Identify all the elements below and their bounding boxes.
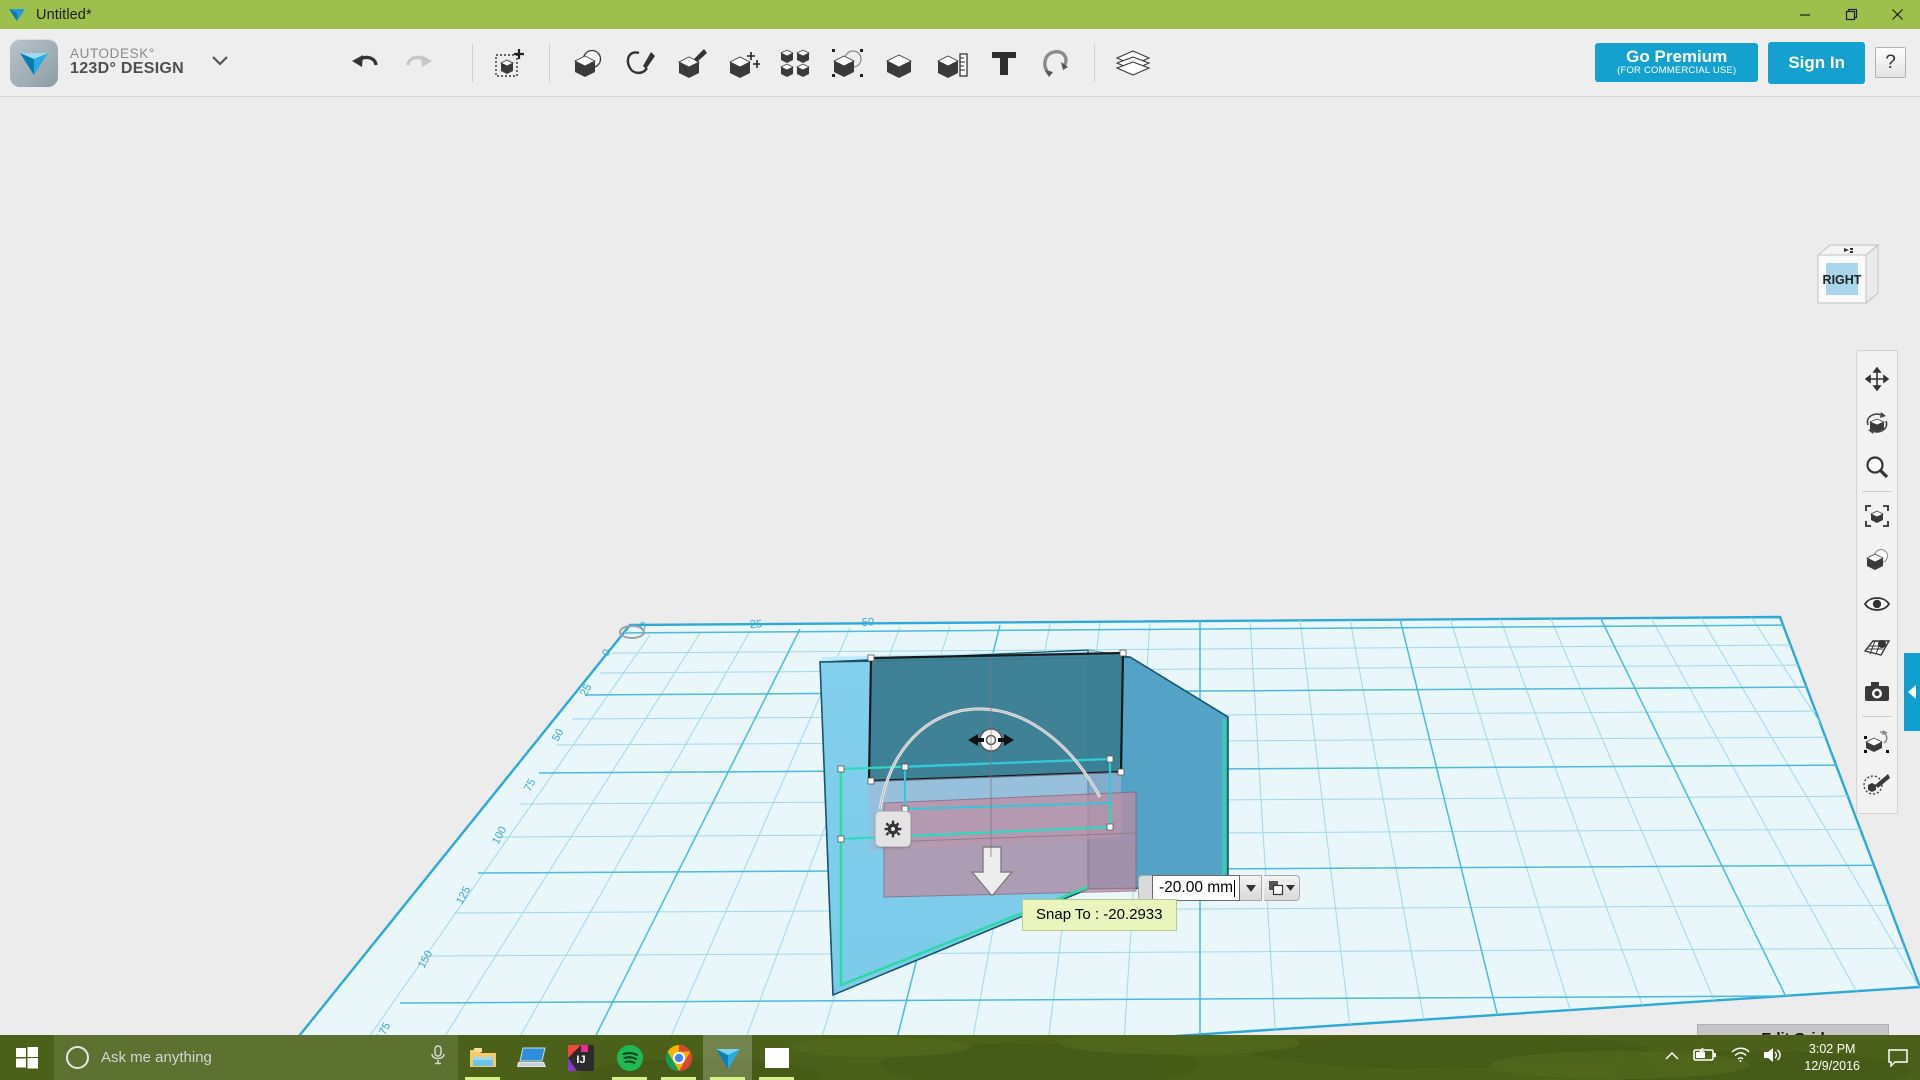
snap-button[interactable] — [1033, 39, 1079, 87]
grid-settings-panel: Edit Grid 1 Linear Snap Off Angular Snap — [1697, 1024, 1889, 1035]
text-button[interactable] — [981, 39, 1027, 87]
construct-button[interactable] — [669, 39, 715, 87]
viewport[interactable]: 0 25 50 75 100 125 150 175 0 25 50 RIGHT… — [0, 97, 1920, 1035]
taskbar-chrome[interactable] — [654, 1035, 703, 1080]
restore-button[interactable] — [1828, 0, 1874, 29]
windows-taskbar: Ask me anything IJ 3:02 PM 12/9/2016 — [0, 1035, 1920, 1080]
grid-label: 25 — [750, 618, 763, 631]
app-window: Untitled* AUTODESK° 123D° DESIGN Go Prem… — [0, 0, 1920, 1080]
volume-icon[interactable] — [1762, 1046, 1784, 1069]
grid-scene: 0 25 50 75 100 125 150 175 0 25 50 — [250, 615, 1920, 1035]
text-caret — [1234, 879, 1236, 897]
battery-charging-icon[interactable] — [1692, 1047, 1718, 1068]
edit-grid-button[interactable]: Edit Grid — [1697, 1024, 1889, 1035]
lighting-button[interactable] — [1857, 719, 1897, 763]
camera-button[interactable] — [1857, 670, 1897, 714]
notifications-icon[interactable] — [1880, 1035, 1916, 1080]
go-premium-title: Go Premium — [1626, 46, 1728, 66]
redo-button[interactable] — [395, 39, 441, 87]
brand-line-1: AUTODESK° — [70, 46, 155, 62]
toolbar-divider — [472, 43, 474, 82]
pattern-button[interactable] — [773, 39, 819, 87]
gear-icon[interactable] — [875, 811, 911, 847]
taskbar-clock[interactable]: 3:02 PM 12/9/2016 — [1796, 1041, 1868, 1075]
grouping-button[interactable] — [825, 39, 871, 87]
go-premium-button[interactable]: Go Premium (FOR COMMERCIAL USE) — [1595, 42, 1759, 83]
dimension-input[interactable]: -20.00 mm — [1152, 875, 1240, 901]
effects-button[interactable] — [1857, 763, 1897, 807]
main-tools — [485, 39, 1159, 87]
history-tools — [340, 39, 444, 87]
brand-block[interactable]: AUTODESK° 123D° DESIGN — [0, 38, 230, 87]
window-title: Untitled* — [36, 6, 92, 23]
collapse-panel-arrow-icon[interactable] — [1904, 653, 1920, 731]
clock-date: 12/9/2016 — [1804, 1058, 1860, 1073]
measure-button[interactable] — [929, 39, 975, 87]
materials-button[interactable] — [1110, 39, 1156, 87]
app-toolbar: AUTODESK° 123D° DESIGN Go Premium (FOR C… — [0, 29, 1920, 97]
search-input[interactable]: Ask me anything — [54, 1035, 458, 1080]
app-brand-icon — [10, 38, 58, 87]
grid-display-button[interactable] — [1857, 626, 1897, 670]
toolbar-divider — [549, 43, 551, 82]
minimize-button[interactable] — [1782, 0, 1828, 29]
grid-label: 0 — [640, 621, 647, 633]
snap-tooltip: Snap To : -20.2933 — [1022, 899, 1177, 931]
taskbar-file-explorer[interactable] — [458, 1035, 507, 1080]
account-actions: Go Premium (FOR COMMERCIAL USE) Sign In … — [1595, 41, 1920, 84]
combine-button[interactable] — [877, 39, 923, 87]
orbit-button[interactable] — [1857, 401, 1897, 445]
search-placeholder: Ask me anything — [101, 1049, 212, 1066]
show-hidden-icons-icon[interactable] — [1664, 1049, 1680, 1067]
taskbar-apps: IJ — [458, 1035, 801, 1080]
help-button[interactable]: ? — [1875, 47, 1906, 78]
cortana-icon — [66, 1046, 89, 1069]
clock-time: 3:02 PM — [1808, 1041, 1856, 1056]
wifi-icon[interactable] — [1730, 1047, 1750, 1068]
duplicate-icon[interactable] — [1264, 875, 1300, 901]
toolbar-divider — [1094, 43, 1096, 82]
fit-button[interactable] — [1857, 494, 1897, 538]
windows-start-icon[interactable] — [0, 1035, 54, 1080]
transform-button[interactable] — [488, 39, 534, 87]
chevron-down-icon[interactable] — [210, 54, 230, 72]
modify-button[interactable] — [721, 39, 767, 87]
zoom-button[interactable] — [1857, 445, 1897, 489]
title-bar: Untitled* — [0, 0, 1920, 29]
brand-line-2: 123D° DESIGN — [70, 60, 185, 78]
navigation-toolbar — [1856, 350, 1898, 814]
system-tray: 3:02 PM 12/9/2016 — [1664, 1035, 1920, 1080]
view-cube[interactable]: RIGHT — [1808, 235, 1886, 313]
taskbar-123d-design[interactable] — [703, 1035, 752, 1080]
taskbar-intellij[interactable]: IJ — [556, 1035, 605, 1080]
taskbar-spotify[interactable] — [605, 1035, 654, 1080]
dimension-entry: -20.00 mm — [1138, 875, 1300, 901]
microphone-icon[interactable] — [430, 1045, 446, 1070]
sketch-button[interactable] — [617, 39, 663, 87]
taskbar-photos[interactable] — [752, 1035, 801, 1080]
dimension-value: -20.00 mm — [1159, 879, 1234, 896]
undo-button[interactable] — [343, 39, 389, 87]
dimension-dropdown-button[interactable] — [1240, 875, 1262, 901]
view-cube-face-label: RIGHT — [1823, 273, 1862, 287]
svg-text:IJ: IJ — [576, 1054, 585, 1066]
taskbar-remote-desktop[interactable] — [507, 1035, 556, 1080]
primitives-button[interactable] — [565, 39, 611, 87]
toolbar-divider — [1862, 491, 1892, 492]
entry-grip — [1138, 875, 1152, 901]
pan-button[interactable] — [1857, 357, 1897, 401]
toolbar-divider — [1862, 716, 1892, 717]
grid-label: 50 — [862, 616, 875, 629]
visibility-button[interactable] — [1857, 582, 1897, 626]
go-premium-subtitle: (FOR COMMERCIAL USE) — [1617, 65, 1737, 77]
brand-text: AUTODESK° 123D° DESIGN — [70, 46, 185, 78]
close-button[interactable] — [1874, 0, 1920, 29]
shading-button[interactable] — [1857, 538, 1897, 582]
sign-in-button[interactable]: Sign In — [1768, 41, 1865, 84]
app-logo-icon — [4, 0, 30, 29]
